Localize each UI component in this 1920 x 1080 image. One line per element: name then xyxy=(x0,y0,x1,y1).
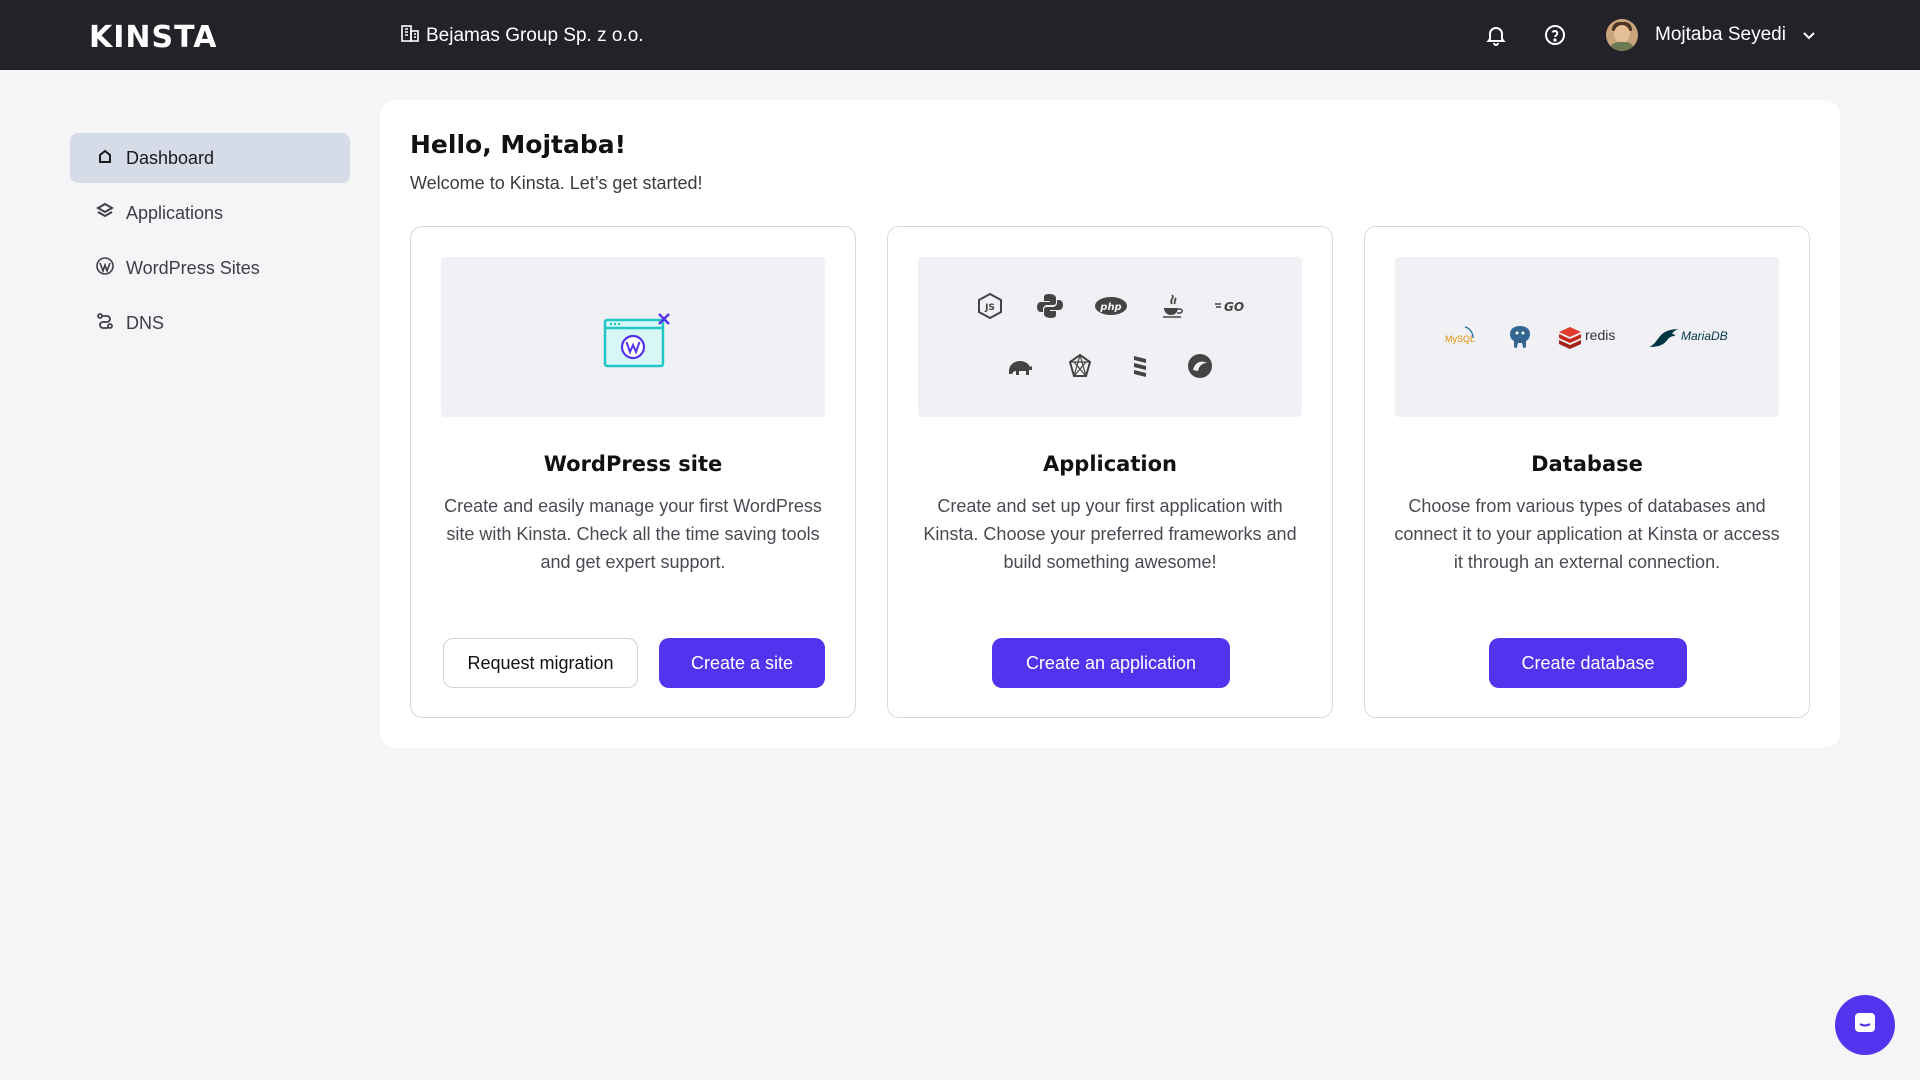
wordpress-browser-icon xyxy=(603,313,670,368)
sidebar-item-label: Applications xyxy=(126,202,224,223)
page-title: Hello, Mojtaba! xyxy=(410,130,627,159)
avatar[interactable] xyxy=(1606,19,1638,51)
application-illustration: JS php GO xyxy=(918,257,1302,417)
create-database-button[interactable]: Create database xyxy=(1489,638,1687,688)
elephant-icon xyxy=(1009,361,1032,375)
dns-icon xyxy=(95,311,126,336)
wordpress-illustration xyxy=(441,257,825,417)
card-title: WordPress site xyxy=(543,452,723,476)
application-card: JS php GO Application Create and set up … xyxy=(887,226,1333,718)
redis-label: redis xyxy=(1585,327,1616,343)
sidebar: Dashboard Applications WordPress Sites D… xyxy=(70,133,350,353)
scala-icon xyxy=(1134,356,1146,377)
postgresql-icon xyxy=(1510,326,1530,349)
kinsta-logo[interactable]: KINSTA xyxy=(89,20,217,55)
request-migration-button[interactable]: Request migration xyxy=(443,638,638,688)
home-icon xyxy=(95,146,126,171)
wordpress-site-card: WordPress site Create and easily manage … xyxy=(410,226,856,718)
welcome-text: Welcome to Kinsta. Let’s get started! xyxy=(410,173,703,193)
chat-icon xyxy=(1851,1009,1879,1042)
java-icon xyxy=(1163,294,1183,318)
sidebar-item-label: WordPress Sites xyxy=(126,257,260,278)
database-card: MySQL redis MariaDB Database Choose from… xyxy=(1364,226,1810,718)
redis-icon xyxy=(1559,327,1581,349)
card-description: Create and easily manage your first Word… xyxy=(444,496,822,572)
card-description: Create and set up your first application… xyxy=(923,496,1297,572)
card-title: Database xyxy=(1531,452,1643,476)
python-icon xyxy=(1037,294,1063,318)
create-application-button[interactable]: Create an application xyxy=(992,638,1230,688)
card-description: Choose from various types of databases a… xyxy=(1394,496,1780,572)
mariadb-icon xyxy=(1649,329,1679,347)
svg-text:JS: JS xyxy=(984,303,995,313)
create-site-button[interactable]: Create a site xyxy=(659,638,825,688)
sidebar-item-dashboard[interactable]: Dashboard xyxy=(70,133,350,183)
user-name[interactable]: Mojtaba Seyedi xyxy=(1655,24,1786,46)
help-icon[interactable] xyxy=(1543,23,1567,47)
sidebar-item-dns[interactable]: DNS xyxy=(70,298,350,348)
sidebar-item-applications[interactable]: Applications xyxy=(70,188,350,238)
nodejs-icon: JS xyxy=(978,292,1002,320)
svg-text:php: php xyxy=(1099,302,1121,313)
go-icon: GO xyxy=(1215,300,1244,314)
svg-text:GO: GO xyxy=(1224,300,1244,314)
layers-icon xyxy=(95,201,126,226)
sidebar-item-label: DNS xyxy=(126,312,165,333)
database-illustration: MySQL redis MariaDB xyxy=(1395,257,1779,417)
card-title: Application xyxy=(1043,452,1177,476)
bell-icon[interactable] xyxy=(1484,23,1508,47)
company-switcher[interactable]: Bejamas Group Sp. z o.o. xyxy=(400,23,644,49)
chevron-down-icon[interactable] xyxy=(1800,26,1818,44)
elixir-icon xyxy=(1188,354,1212,378)
company-name: Bejamas Group Sp. z o.o. xyxy=(426,25,644,46)
sidebar-item-label: Dashboard xyxy=(126,147,215,168)
php-icon: php xyxy=(1095,297,1127,315)
top-bar: KINSTA Bejamas Group Sp. z o.o. Mojtaba … xyxy=(0,0,1920,70)
chat-button[interactable] xyxy=(1835,995,1895,1055)
wordpress-icon xyxy=(95,256,126,281)
mysql-logo: MySQL xyxy=(1445,325,1479,349)
ruby-icon xyxy=(1068,353,1092,377)
mysql-label: MySQL xyxy=(1445,334,1476,344)
main-panel: Hello, Mojtaba! Welcome to Kinsta. Let’s… xyxy=(380,100,1840,748)
mariadb-label: MariaDB xyxy=(1681,329,1728,343)
building-icon xyxy=(400,23,420,49)
sidebar-item-wordpress-sites[interactable]: WordPress Sites xyxy=(70,243,350,293)
